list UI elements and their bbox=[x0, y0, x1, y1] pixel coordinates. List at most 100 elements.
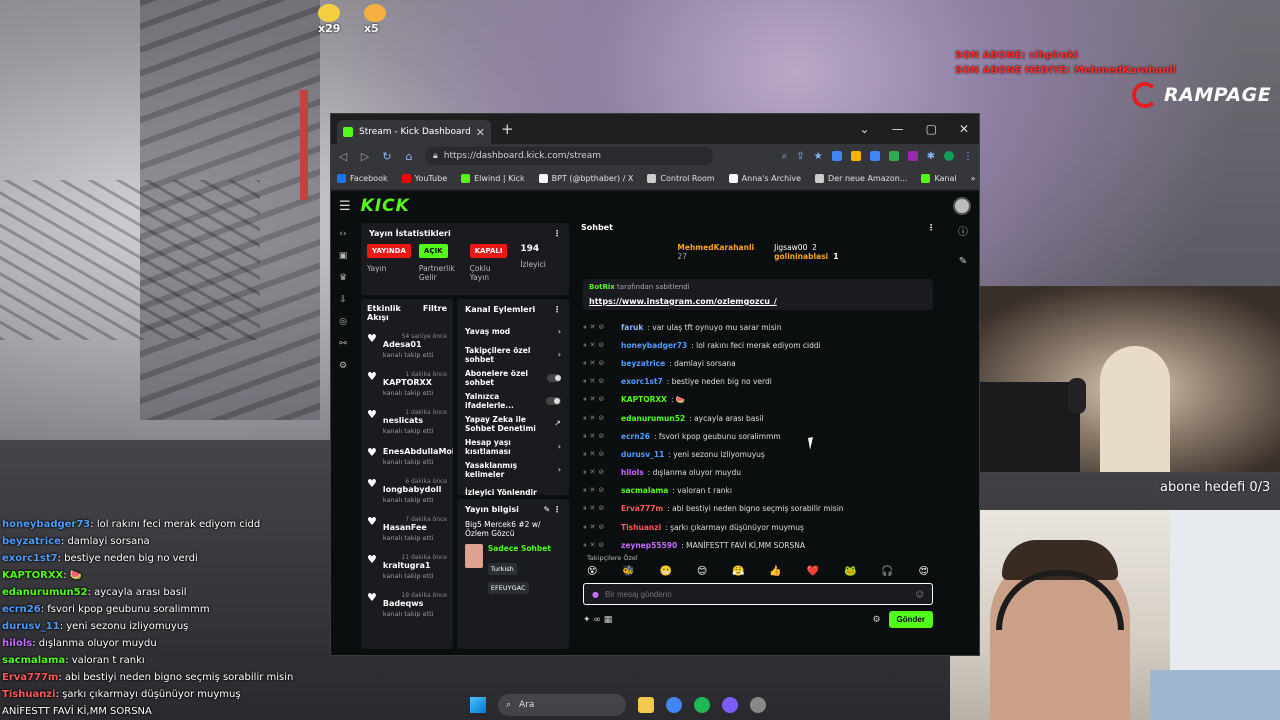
chat-tools-icon[interactable]: ✦ ∞ ▦ bbox=[583, 615, 612, 625]
chat-message[interactable]: ⏸✕⊘ edanurumun52: aycayla arası basil bbox=[583, 409, 933, 427]
channel-action[interactable]: Takipçilere özel sohbet › bbox=[457, 343, 569, 366]
chat-message[interactable]: ⏸✕⊘ hilols: dışlanma oluyor muydu bbox=[583, 464, 933, 482]
emote-icon[interactable]: 😊 bbox=[697, 566, 707, 577]
emote-icon[interactable]: 😵 bbox=[587, 566, 597, 577]
emote-icon[interactable]: 😍 bbox=[919, 566, 929, 577]
bookmark-item[interactable]: Der neue Amazon... bbox=[815, 174, 907, 183]
chat-more-icon[interactable]: ⋮ bbox=[927, 223, 935, 237]
chat-message[interactable]: ⏸✕⊘ beyzatrice: damlayi sorsana bbox=[583, 354, 933, 372]
chat-user[interactable]: honeybadger73 bbox=[621, 341, 687, 350]
chat-settings-icon[interactable]: ⚙ bbox=[872, 615, 880, 625]
extension-icon[interactable] bbox=[888, 150, 899, 161]
target-icon[interactable]: ◎ bbox=[339, 317, 347, 327]
channel-action[interactable]: Yavaş mod › bbox=[457, 320, 569, 343]
bookmark-item[interactable]: Facebook bbox=[337, 174, 388, 183]
chat-user[interactable]: exorc1st7 bbox=[621, 377, 663, 386]
chat-message[interactable]: ⏸✕⊘ zeynep55590: MANİFESTT FAVİ Kİ,MM SOR… bbox=[583, 536, 933, 554]
toggle-switch[interactable] bbox=[545, 396, 561, 405]
chat-message[interactable]: ⏸✕⊘ faruk: var ulaş tft oynuyo mu sarar m… bbox=[583, 318, 933, 336]
chat-message[interactable]: ⏸✕⊘ Tishuanzi: şarkı çıkarmayı düşünüyor … bbox=[583, 518, 933, 536]
close-window-icon[interactable]: ✕ bbox=[959, 122, 969, 136]
file-explorer-icon[interactable] bbox=[638, 697, 654, 713]
maximize-icon[interactable]: ▢ bbox=[926, 122, 937, 136]
channel-action[interactable]: Yapay Zeka ile Sohbet Denetimi ↗ bbox=[457, 412, 569, 435]
mod-tools-icon[interactable]: ⏸✕⊘ bbox=[583, 504, 617, 513]
mod-tools-icon[interactable]: ⏸✕⊘ bbox=[583, 377, 617, 386]
send-button[interactable]: Gönder bbox=[888, 611, 933, 629]
avatar[interactable] bbox=[953, 197, 971, 215]
chat-user[interactable]: Erva777m bbox=[621, 504, 663, 513]
bookmarks-more-icon[interactable]: » bbox=[971, 174, 979, 183]
list-item[interactable]: ♥ 1 dakika önce neslicats kanalı takip etti bbox=[361, 403, 453, 441]
bookmark-star-icon[interactable]: ★ bbox=[814, 151, 823, 162]
emoji-icon[interactable]: ☺ bbox=[916, 590, 924, 599]
chat-user[interactable]: faruk bbox=[621, 323, 643, 332]
chrome-icon[interactable] bbox=[666, 697, 682, 713]
extension-icon[interactable] bbox=[831, 150, 842, 161]
browser-tab[interactable]: Stream - Kick Dashboard ✕ bbox=[337, 120, 491, 144]
trophy-icon[interactable]: ♛ bbox=[339, 273, 347, 283]
mod-tools-icon[interactable]: ⏸✕⊘ bbox=[583, 341, 617, 350]
link-icon[interactable]: ⚯ bbox=[339, 339, 347, 349]
download-icon[interactable]: ⇩ bbox=[339, 295, 347, 305]
kick-logo[interactable]: KICK bbox=[361, 196, 410, 216]
chat-message[interactable]: ⏸✕⊘ ecrn26: fsvori kpop geubunu soralimmm bbox=[583, 427, 933, 445]
mod-tools-icon[interactable]: ⏸✕⊘ bbox=[583, 432, 617, 441]
discord-icon[interactable] bbox=[722, 697, 738, 713]
bookmark-item[interactable]: BPT (@bpthaber) / X bbox=[538, 174, 633, 183]
bookmark-item[interactable]: YouTube bbox=[401, 174, 447, 183]
bookmark-item[interactable]: Control Room bbox=[647, 174, 715, 183]
chat-input[interactable] bbox=[604, 589, 910, 599]
minimize-icon[interactable]: — bbox=[892, 122, 904, 136]
channel-action[interactable]: Abonelere özel sohbet bbox=[457, 366, 569, 389]
chat-user[interactable]: beyzatrice bbox=[621, 359, 665, 368]
stream-category[interactable]: Sadece Sohbet bbox=[488, 544, 561, 553]
emote-icon[interactable]: 🐝 bbox=[622, 566, 634, 577]
chat-message[interactable]: ⏸✕⊘ Erva777m: abi bestiyi neden bigno seç… bbox=[583, 500, 933, 518]
chat-user[interactable]: edanurumun52 bbox=[621, 414, 685, 423]
bookmark-item[interactable]: Anna's Archive bbox=[728, 174, 801, 183]
list-item[interactable]: ♥ 11 dakika önce kraltugra1 kanalı takip et… bbox=[361, 548, 453, 586]
chat-message[interactable]: ⏸✕⊘ KAPTORXX: 🍉 bbox=[583, 391, 933, 409]
microphone-icon[interactable]: ● bbox=[592, 590, 599, 599]
url-field[interactable]: 🔒︎ https://dashboard.kick.com/stream bbox=[425, 147, 713, 165]
stream-icon[interactable]: ▣ bbox=[339, 251, 348, 261]
mod-tools-icon[interactable]: ⏸✕⊘ bbox=[583, 359, 617, 368]
channel-action[interactable]: Yasaklanmış kelimeler › bbox=[457, 458, 569, 481]
mod-tools-icon[interactable]: ⏸✕⊘ bbox=[583, 323, 617, 332]
list-item[interactable]: ♥ 6 dakika önce longbabydoll kanalı takip e… bbox=[361, 472, 453, 510]
settings-icon[interactable]: ⚙ bbox=[339, 361, 347, 371]
app-icon[interactable] bbox=[750, 697, 766, 713]
mod-tools-icon[interactable]: ⏸✕⊘ bbox=[583, 450, 617, 459]
chat-message[interactable]: ⏸✕⊘ durusv_11: yeni sezonu izliyomuyuş bbox=[583, 445, 933, 463]
chat-user[interactable]: zeynep55590 bbox=[621, 541, 677, 550]
spotify-icon[interactable] bbox=[694, 697, 710, 713]
channel-action[interactable]: Yalnızca ifadelerle... bbox=[457, 389, 569, 412]
list-item[interactable]: ♥ 1 dakika önce KAPTORXX kanalı takip etti bbox=[361, 365, 453, 403]
list-item[interactable]: ♥ EnesAbdullaMoh kanalı takip etti bbox=[361, 441, 453, 472]
tag[interactable]: Turkish bbox=[487, 563, 517, 575]
pencil-icon[interactable]: ✎ bbox=[959, 256, 967, 267]
actions-more-icon[interactable]: ⋮ bbox=[553, 305, 561, 314]
tab-list-icon[interactable]: ⌄ bbox=[860, 122, 870, 136]
code-icon[interactable]: ‹› bbox=[339, 229, 346, 239]
edit-icon[interactable]: ✎ ⋮ bbox=[544, 505, 562, 514]
toggle-switch[interactable] bbox=[547, 373, 561, 382]
home-icon[interactable]: ⌂ bbox=[403, 150, 415, 163]
stats-more-icon[interactable]: ⋮ bbox=[553, 229, 561, 238]
taskbar-search[interactable]: ⌕ Ara bbox=[498, 694, 626, 716]
chat-user[interactable]: KAPTORXX bbox=[621, 395, 667, 404]
back-icon[interactable]: ◁ bbox=[337, 150, 349, 163]
share-icon[interactable]: ⇪ bbox=[796, 151, 804, 162]
reload-icon[interactable]: ↻ bbox=[381, 150, 393, 163]
more-icon[interactable]: ⋮ bbox=[963, 151, 973, 162]
mod-tools-icon[interactable]: ⏸✕⊘ bbox=[583, 541, 617, 550]
chat-user[interactable]: durusv_11 bbox=[621, 450, 664, 459]
puzzle-icon[interactable]: ✱ bbox=[927, 151, 935, 162]
search-icon[interactable]: ⌕ bbox=[782, 151, 788, 162]
extension-icon[interactable] bbox=[907, 150, 918, 161]
chat-message[interactable]: ⏸✕⊘ exorc1st7: bestiye neden big no verdi bbox=[583, 373, 933, 391]
status-badge[interactable]: KAPALI bbox=[469, 244, 508, 258]
chat-user[interactable]: Tishuanzi bbox=[621, 523, 661, 532]
info-icon[interactable]: ⓘ bbox=[958, 223, 968, 238]
